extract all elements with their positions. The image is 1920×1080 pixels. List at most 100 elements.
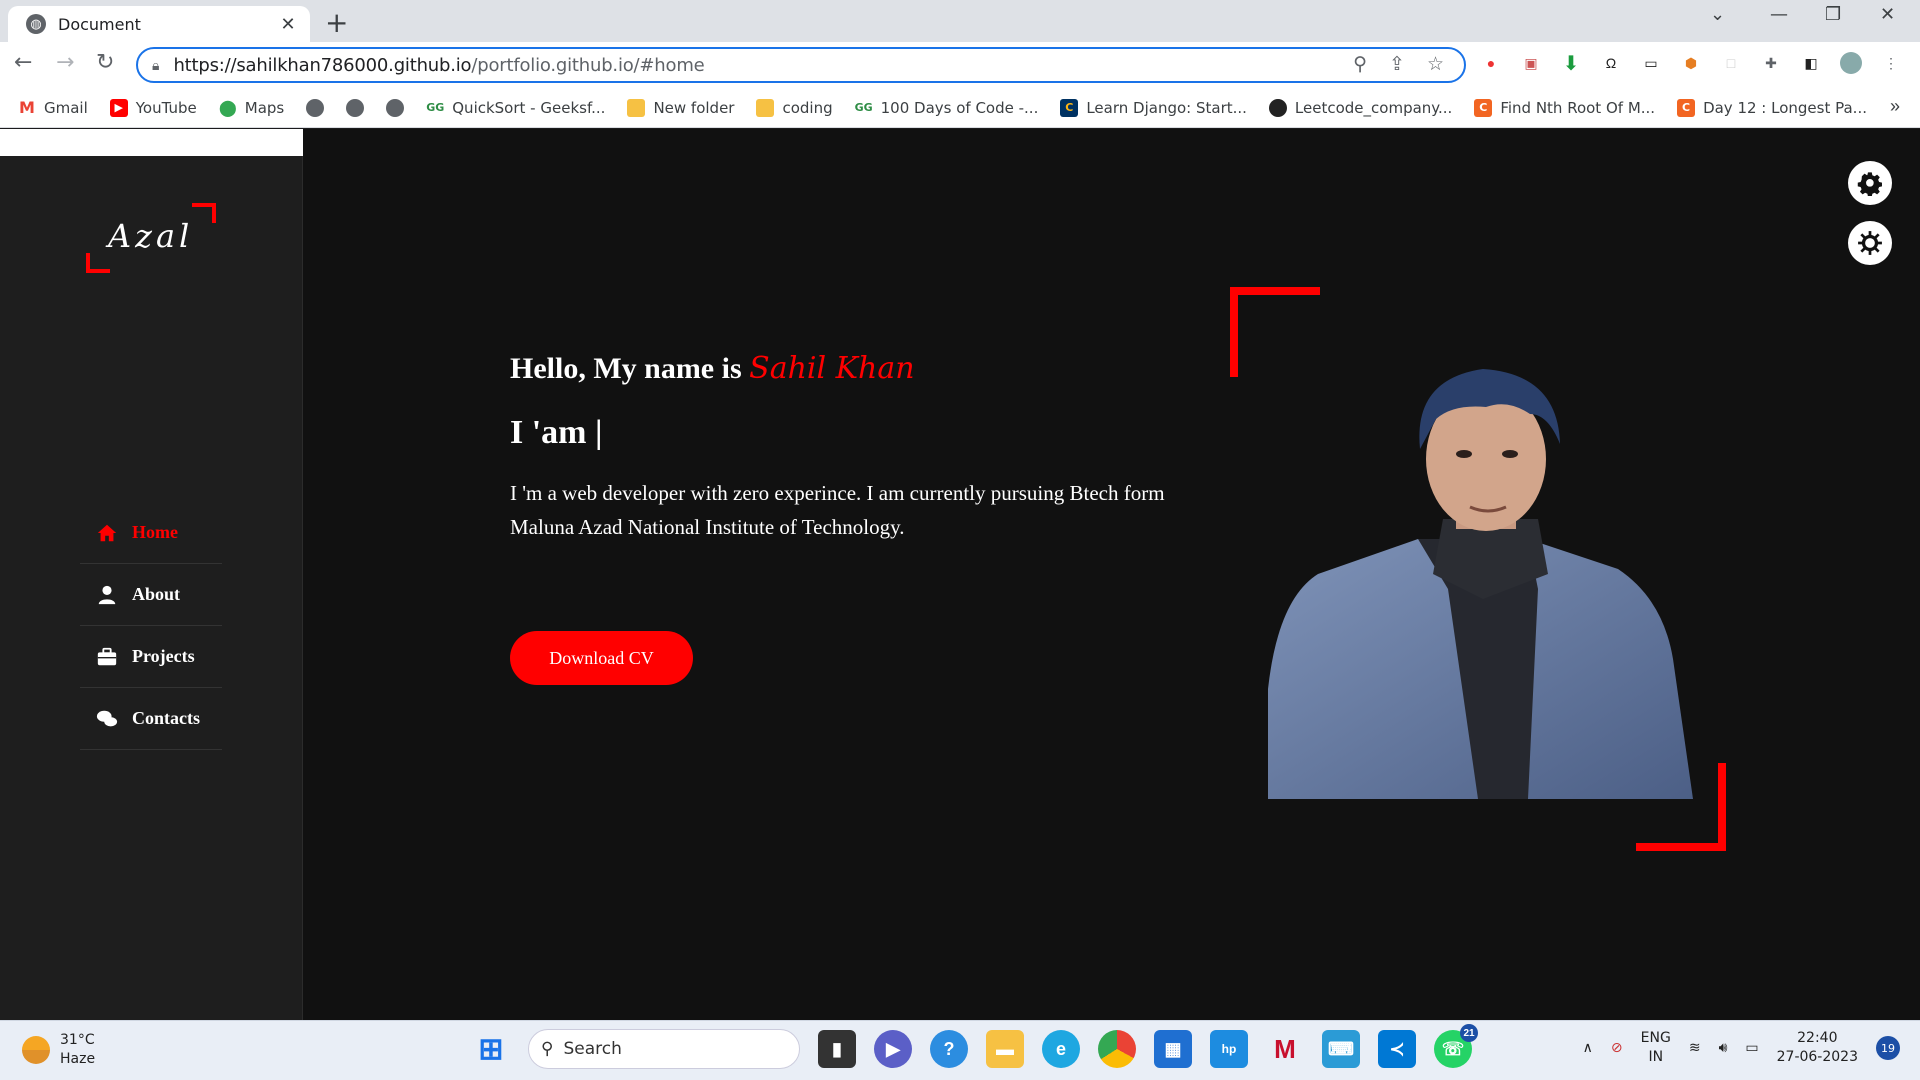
sidebar-item-label: About (132, 584, 181, 604)
close-window-button[interactable]: ✕ (1880, 4, 1895, 25)
bookmark-globe-1[interactable] (306, 98, 325, 117)
hero-greeting: Hello, My name is Sahil Khan (510, 351, 915, 386)
language-indicator[interactable]: ENG IN (1641, 1029, 1671, 1067)
bookmark-new-folder[interactable]: New folder (627, 98, 734, 117)
bookmark-globe-2[interactable] (346, 98, 365, 117)
teams-icon[interactable]: ▶ (874, 1030, 912, 1068)
profile-photo (1268, 369, 1693, 799)
bookmark-quicksort[interactable]: GG QuickSort - Geeksf... (426, 99, 605, 117)
download-cv-button[interactable]: Download CV (510, 631, 693, 685)
chrome-icon[interactable] (1098, 1030, 1136, 1068)
theme-toggle-button[interactable] (1848, 221, 1892, 265)
window-extension-icon[interactable]: ▭ (1640, 52, 1662, 74)
user-icon (98, 585, 116, 604)
omega-extension-icon[interactable]: Ω (1600, 52, 1622, 74)
profile-avatar[interactable] (1840, 52, 1862, 74)
zoom-icon[interactable]: ⚲ (1353, 53, 1367, 76)
sun-icon (1858, 231, 1882, 255)
close-tab-icon[interactable]: ✕ (276, 14, 300, 35)
forward-button[interactable]: → (56, 50, 74, 75)
side-panel-icon[interactable]: ◧ (1800, 52, 1822, 74)
minimize-button[interactable]: — (1770, 4, 1788, 25)
vscode-icon[interactable]: ≺ (1378, 1030, 1416, 1068)
puzzle-icon[interactable]: ✚ (1760, 52, 1782, 74)
sidebar-top-strip (0, 129, 303, 156)
notification-count[interactable]: 19 (1876, 1036, 1900, 1060)
globe-icon (306, 98, 325, 117)
wifi-icon[interactable]: ≋ (1689, 1040, 1701, 1056)
more-bookmarks-icon[interactable]: » (1890, 96, 1900, 117)
weather-widget[interactable]: 31°C Haze (22, 1031, 95, 1069)
tab-title: Document (58, 14, 141, 34)
logo-corner-top (192, 203, 216, 223)
back-button[interactable]: ← (14, 50, 32, 75)
address-bar[interactable]: 🔒︎ https://sahilkhan786000.github.io/por… (136, 47, 1466, 83)
bookmark-maps[interactable]: ⬤ Maps (218, 98, 284, 117)
whatsapp-badge: 21 (1460, 1024, 1478, 1042)
myhp-icon[interactable]: hp (1210, 1030, 1248, 1068)
bookmark-leetcode[interactable]: Leetcode_company... (1268, 98, 1452, 117)
taskbar-search[interactable]: ⚲ Search (528, 1029, 800, 1069)
whatsapp-icon[interactable]: ☏ 21 (1434, 1024, 1478, 1068)
menu-kebab-icon[interactable]: ⋮ (1880, 52, 1902, 74)
battery-icon[interactable]: ▭ (1745, 1040, 1758, 1056)
cal-icon: C (1060, 98, 1079, 117)
sidebar-item-about[interactable]: About (80, 564, 222, 626)
file-explorer-icon[interactable]: ▬ (986, 1030, 1024, 1068)
mcafee-icon[interactable]: M (1266, 1030, 1304, 1068)
task-view-icon[interactable]: ▮ (818, 1030, 856, 1068)
sidebar-menu: Home About Projects Contacts (80, 502, 222, 750)
home-icon (97, 524, 117, 541)
site-logo[interactable]: Azal (86, 203, 216, 273)
new-tab-button[interactable]: + (325, 6, 348, 39)
reload-button[interactable]: ↻ (96, 50, 114, 75)
gear-icon (1857, 172, 1882, 196)
clock[interactable]: 22:40 27-06-2023 (1777, 1029, 1858, 1067)
bookmark-youtube[interactable]: ▶ YouTube (109, 98, 197, 117)
bookmark-nth-root[interactable]: C Find Nth Root Of M... (1474, 98, 1655, 117)
sidebar-item-contacts[interactable]: Contacts (80, 688, 222, 750)
bookmark-day-12[interactable]: C Day 12 : Longest Pa... (1677, 98, 1867, 117)
browser-tab[interactable]: ◍ Document ✕ (8, 6, 310, 42)
bookmark-coding[interactable]: coding (756, 98, 833, 117)
restore-button[interactable]: ❐ (1825, 4, 1841, 25)
sidebar-item-label: Home (132, 522, 178, 542)
volume-icon[interactable]: 🔊︎ (1719, 1040, 1728, 1056)
windows-taskbar: 31°C Haze ⊞ ⚲ Search ▮ ▶ ? ▬ e ▦ hp M ⌨ … (0, 1020, 1920, 1080)
bookmark-100-days[interactable]: GG 100 Days of Code -... (855, 99, 1039, 117)
bookmark-gmail[interactable]: M Gmail (18, 98, 88, 117)
help-icon[interactable]: ? (930, 1030, 968, 1068)
sidebar-item-projects[interactable]: Projects (80, 626, 222, 688)
blank-extension-icon[interactable]: □ (1720, 52, 1742, 74)
weather-temp: 31°C (60, 1032, 95, 1048)
globe-icon (386, 98, 405, 117)
cast-extension-icon[interactable]: ▣ (1520, 52, 1542, 74)
folder-icon (627, 98, 646, 117)
bookmark-django[interactable]: C Learn Django: Start... (1060, 98, 1247, 117)
hero-name: Sahil Khan (749, 351, 915, 386)
keyboard-app-icon[interactable]: ⌨ (1322, 1030, 1360, 1068)
shield-extension-icon[interactable]: ⬢ (1680, 52, 1702, 74)
share-icon[interactable]: ⇪ (1389, 53, 1405, 76)
edge-icon[interactable]: e (1042, 1030, 1080, 1068)
github-icon (1268, 98, 1287, 117)
hero-description: I 'm a web developer with zero experince… (510, 481, 1165, 539)
chevron-up-icon[interactable]: ∧ (1583, 1040, 1593, 1056)
youtube-icon: ▶ (109, 98, 128, 117)
start-button[interactable]: ⊞ (472, 1030, 510, 1068)
settings-gear-button[interactable] (1848, 161, 1892, 205)
tab-search-icon[interactable]: ⌄ (1710, 4, 1725, 25)
network-alert-icon[interactable]: ⊘ (1611, 1040, 1623, 1056)
bookmark-globe-3[interactable] (386, 98, 405, 117)
browser-toolbar: ← → ↻ 🔒︎ https://sahilkhan786000.github.… (0, 42, 1920, 88)
download-extension-icon[interactable]: ⬇ (1560, 52, 1582, 75)
maps-pin-icon: ⬤ (218, 98, 237, 117)
lock-icon[interactable]: 🔒︎ (152, 57, 159, 74)
typed-text: I 'am | (510, 414, 603, 451)
tab-strip: ◍ Document ✕ + ⌄ — ❐ ✕ (0, 0, 1920, 42)
store-icon[interactable]: ▦ (1154, 1030, 1192, 1068)
logo-corner-bottom (86, 253, 110, 273)
bookmark-star-icon[interactable]: ☆ (1427, 53, 1444, 76)
sidebar-item-home[interactable]: Home (80, 502, 222, 564)
record-extension-icon[interactable]: ● (1480, 52, 1502, 74)
